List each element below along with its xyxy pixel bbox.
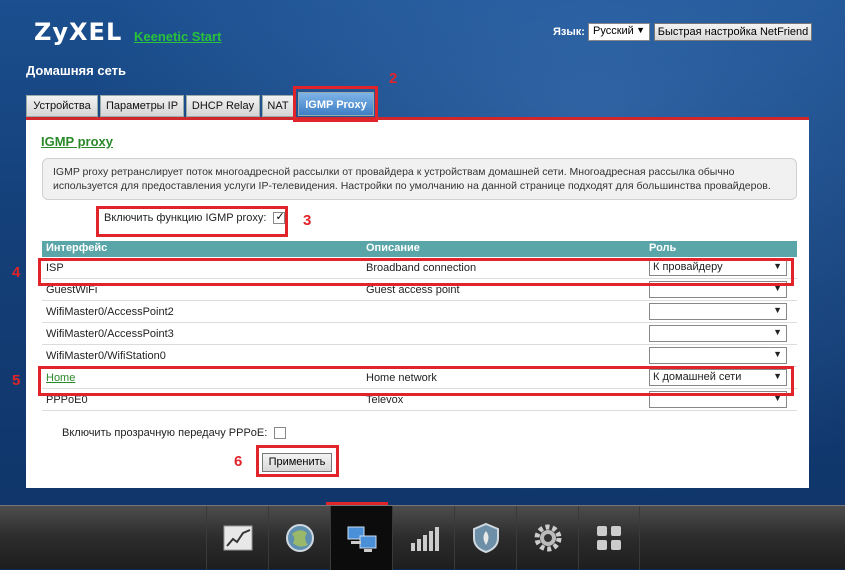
tab-ip-params[interactable]: Параметры IP: [100, 95, 184, 117]
annotation-box-3: [96, 206, 288, 237]
info-box: IGMP proxy ретранслирует поток многоадре…: [42, 158, 797, 200]
netfriend-button[interactable]: Быстрая настройка NetFriend: [654, 23, 812, 41]
role-select[interactable]: ▼: [649, 303, 787, 320]
annotation-box-5: [38, 366, 794, 396]
chevron-down-icon: ▼: [636, 25, 645, 35]
language-value: Русский: [593, 25, 634, 37]
apps-grid-icon: [597, 526, 621, 550]
table-row: WifiMaster0/AccessPoint2 ▼: [42, 301, 797, 323]
interface-name: WifiMaster0/WifiStation0: [46, 350, 166, 362]
chevron-down-icon: ▼: [773, 327, 782, 337]
tab-dhcp-relay[interactable]: DHCP Relay: [186, 95, 260, 117]
header-interface: Интерфейс: [46, 242, 108, 254]
annotation-box-2: [293, 86, 378, 122]
gear-icon: [534, 524, 561, 552]
annotation-number-5: 5: [12, 372, 21, 389]
header-description: Описание: [366, 242, 420, 254]
tab-nat[interactable]: NAT: [262, 95, 294, 117]
annotation-number-2: 2: [389, 70, 398, 87]
bottom-nav: [0, 505, 845, 570]
zyxel-logo: ZyXEL: [34, 18, 123, 46]
annotation-number-6: 6: [234, 453, 243, 470]
wifi-signal-icon: [410, 527, 439, 551]
nav-internet[interactable]: [268, 506, 330, 570]
table-row: WifiMaster0/WifiStation0 ▼: [42, 345, 797, 367]
nav-wifi[interactable]: [392, 506, 454, 570]
language-label: Язык:: [553, 26, 585, 38]
table-row: WifiMaster0/AccessPoint3 ▼: [42, 323, 797, 345]
nav-monitoring[interactable]: [206, 506, 268, 570]
nav-security[interactable]: [454, 506, 516, 570]
globe-icon: [285, 524, 314, 552]
role-select[interactable]: ▼: [649, 347, 787, 364]
interface-name: WifiMaster0/AccessPoint2: [46, 306, 174, 318]
role-select[interactable]: ▼: [649, 325, 787, 342]
header-role: Роль: [649, 242, 677, 254]
table-header: Интерфейс Описание Роль: [42, 241, 797, 257]
chevron-down-icon: ▼: [773, 349, 782, 359]
igmp-panel: IGMP proxy IGMP proxy ретранслирует пото…: [26, 120, 809, 488]
language-select[interactable]: Русский ▼: [588, 23, 650, 41]
tab-devices[interactable]: Устройства: [26, 95, 98, 117]
home-network-icon: [347, 526, 376, 552]
nav-home-network[interactable]: [330, 506, 392, 570]
nav-system[interactable]: [516, 506, 578, 570]
pppoe-row: Включить прозрачную передачу PPPoE:: [62, 427, 287, 440]
interface-name: WifiMaster0/AccessPoint3: [46, 328, 174, 340]
pppoe-checkbox[interactable]: [274, 427, 287, 440]
keenetic-start-link[interactable]: Keenetic Start: [134, 29, 221, 44]
annotation-number-3: 3: [303, 212, 312, 229]
chart-icon: [223, 525, 252, 551]
pppoe-label: Включить прозрачную передачу PPPoE:: [62, 427, 268, 439]
panel-title: IGMP proxy: [41, 134, 114, 149]
nav-applications[interactable]: [578, 506, 640, 570]
annotation-number-4: 4: [12, 264, 21, 281]
page-title: Домашняя сеть: [26, 63, 126, 78]
annotation-box-4: [38, 258, 794, 286]
annotation-box-6: [256, 445, 339, 477]
chevron-down-icon: ▼: [773, 305, 782, 315]
shield-icon: [472, 522, 499, 554]
